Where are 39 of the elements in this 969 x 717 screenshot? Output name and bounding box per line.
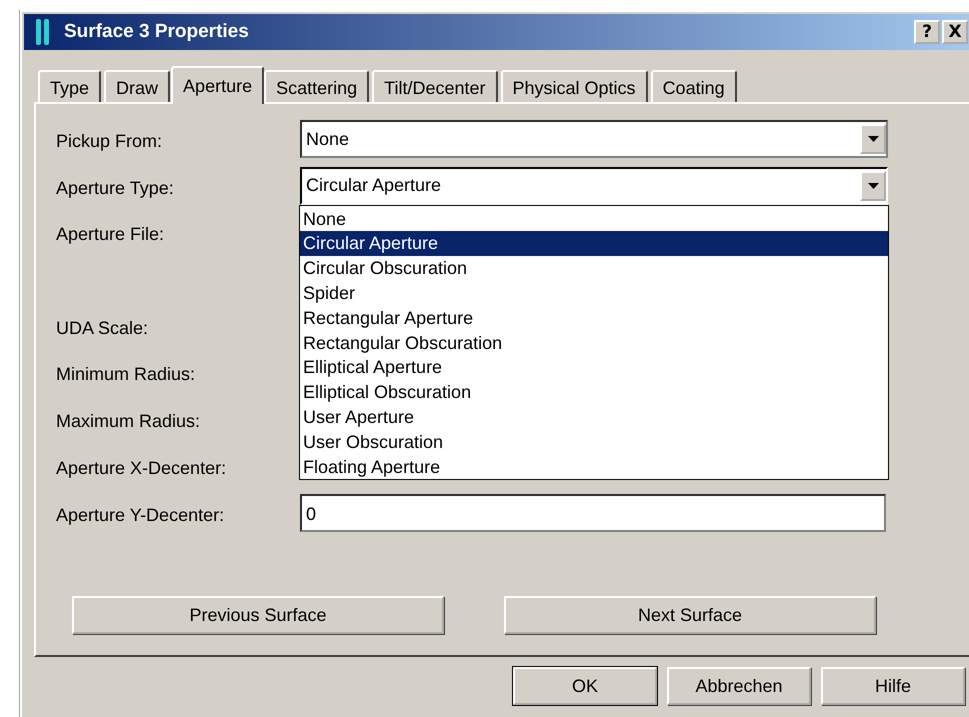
app-icon (36, 19, 50, 45)
tab[interactable]: Tilt/Decenter (372, 70, 498, 102)
dropdown[interactable]: None (300, 120, 888, 158)
dropdown-option[interactable]: None (300, 206, 888, 232)
dropdown-arrow-icon (868, 136, 878, 142)
dropdown[interactable]: Circular Aperture (300, 166, 888, 205)
dropdown-option[interactable]: Floating Aperture (300, 454, 888, 480)
close-button[interactable]: X (942, 20, 968, 44)
field-label: UDA Scale: (56, 316, 150, 340)
field-label: Aperture Type: (56, 176, 175, 200)
dropdown-option[interactable]: Elliptical Obscuration (300, 380, 888, 406)
dialog-button[interactable]: Hilfe (821, 667, 965, 705)
tab[interactable]: Physical Optics (500, 70, 648, 102)
tab[interactable]: Scattering (264, 70, 370, 102)
field-label: Pickup From: (56, 130, 164, 153)
dialog-button[interactable]: OK (513, 667, 657, 705)
field-label: Maximum Radius: (56, 410, 202, 434)
nav-button[interactable]: Next Surface (504, 596, 876, 634)
help-button[interactable]: ? (914, 20, 940, 44)
window-title: Surface 3 Properties (64, 21, 250, 43)
dropdown-option[interactable]: Rectangular Aperture (300, 306, 888, 331)
dropdown-option[interactable]: Circular Obscuration (300, 256, 888, 282)
nav-button[interactable]: Previous Surface (72, 596, 444, 634)
dropdown-option[interactable]: Circular Aperture (300, 231, 888, 256)
dropdown-option[interactable]: Elliptical Aperture (300, 355, 888, 380)
dialog-button[interactable]: Abbrechen (667, 667, 811, 705)
dropdown-arrow-icon (868, 182, 878, 189)
tab[interactable]: Coating (650, 70, 737, 102)
dropdown-option[interactable]: Rectangular Obscuration (300, 330, 888, 356)
dropdown-option[interactable]: Spider (300, 281, 888, 306)
field-label: Minimum Radius: (56, 363, 196, 386)
tab[interactable]: Type (38, 70, 102, 102)
field-label: Aperture Y-Decenter: (56, 504, 226, 527)
field-label: Aperture X-Decenter: (56, 456, 228, 480)
tab[interactable]: Aperture (171, 66, 264, 104)
dropdown-option[interactable]: User Aperture (300, 405, 888, 430)
dropdown-option[interactable]: User Obscuration (300, 430, 888, 455)
field-label: Aperture File: (56, 223, 166, 246)
input-field[interactable]: 0 (300, 494, 886, 532)
